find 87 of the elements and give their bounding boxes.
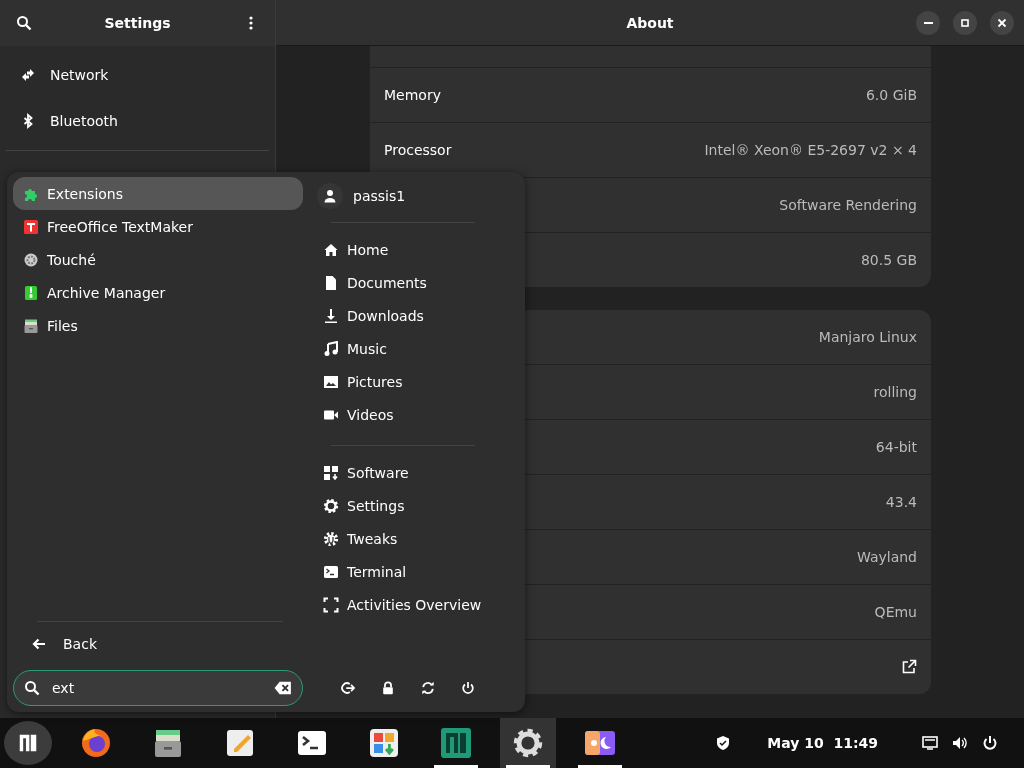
disc-icon [23,251,39,268]
close-button[interactable] [990,11,1014,35]
terminal-icon [323,563,339,580]
app-item[interactable]: Files [13,309,303,342]
row-value: 64-bit [875,439,917,455]
home-icon [323,241,339,258]
logout-button[interactable] [339,679,357,697]
row-value: QEmu [874,604,917,620]
network-icon [20,67,36,83]
document-icon [323,274,339,291]
drawer-icon [23,317,39,334]
app-item[interactable]: Touché [13,243,303,276]
power-icon [461,681,475,695]
row-value: Manjaro Linux [818,329,917,345]
maximize-button[interactable] [953,11,977,35]
app-shortcut[interactable]: Software [317,456,525,489]
app-item[interactable]: Extensions [13,177,303,210]
row-value: 80.5 GB [860,252,917,268]
search-input[interactable]: ext [50,679,264,697]
minimize-icon [923,22,933,24]
minimize-button[interactable] [916,11,940,35]
power-icon [982,735,998,751]
clear-button[interactable] [274,679,292,697]
running-indicator [506,765,550,768]
appgrid-icon [368,727,400,759]
search-icon [16,15,32,31]
back-button[interactable]: Back [13,622,303,666]
app-shortcut[interactable]: Settings [317,489,525,522]
shield-icon [715,735,732,751]
start-button[interactable] [4,721,52,765]
place-item[interactable]: Pictures [317,365,525,398]
place-item[interactable]: Home [317,233,525,266]
app-item[interactable]: FreeOffice TextMaker [13,210,303,243]
logo-icon [440,727,472,759]
restart-icon [421,681,435,695]
logout-icon [341,681,355,695]
music-icon [323,340,339,357]
row-value: Software Rendering [779,197,917,213]
settings-icon [323,497,339,514]
app-shortcut[interactable]: Tweaks [317,522,525,555]
user-item[interactable]: passis1 [317,184,525,208]
power-button[interactable] [459,679,477,697]
gear-icon [512,727,544,759]
row-value: 43.4 [885,494,917,510]
row-value: Wayland [856,549,917,565]
app-item[interactable]: Archive Manager [13,276,303,309]
search-button[interactable] [14,13,34,33]
textdoc-icon [23,218,39,235]
search-field[interactable]: ext [13,670,303,706]
app-shortcut[interactable]: Terminal [317,555,525,588]
picture-icon [323,373,339,390]
app-shortcut[interactable]: Activities Overview [317,588,525,621]
row-value: 6.0 GiB [865,87,917,103]
browser-icon [80,727,112,759]
sidebar-title: Settings [104,15,171,31]
running-indicator [434,765,478,768]
row-value: Intel® Xeon® E5-2697 v2 × 4 [704,142,917,158]
archive-icon [23,284,39,301]
taskbar-app[interactable] [500,718,556,768]
sidebar-item[interactable]: Network [6,52,269,98]
download-icon [323,307,339,324]
cog-icon [323,530,339,547]
volume-icon [952,735,968,751]
lock-icon [381,681,395,695]
back-icon [31,636,47,652]
clock[interactable]: May 10 11:49 [767,735,878,751]
drawer-icon [152,727,184,759]
row-value: rolling [873,384,917,400]
row-label: Memory [384,87,441,103]
running-indicator [578,765,622,768]
grid-icon [323,464,339,481]
external-icon [901,659,917,675]
menulogo-icon [17,732,39,754]
place-item[interactable]: Music [317,332,525,365]
user-icon [322,188,338,204]
screen-icon [922,735,938,751]
place-item[interactable]: Downloads [317,299,525,332]
sidebar-item[interactable]: Bluetooth [6,98,269,144]
search-icon [24,680,40,696]
window-title: About [626,14,674,31]
fullscreen-icon [323,596,339,613]
clear-icon [274,679,292,697]
restart-button[interactable] [419,679,437,697]
place-item[interactable]: Videos [317,398,525,431]
place-item[interactable]: Documents [317,266,525,299]
row-label: Processor [384,142,452,158]
notepad-icon [224,727,256,759]
